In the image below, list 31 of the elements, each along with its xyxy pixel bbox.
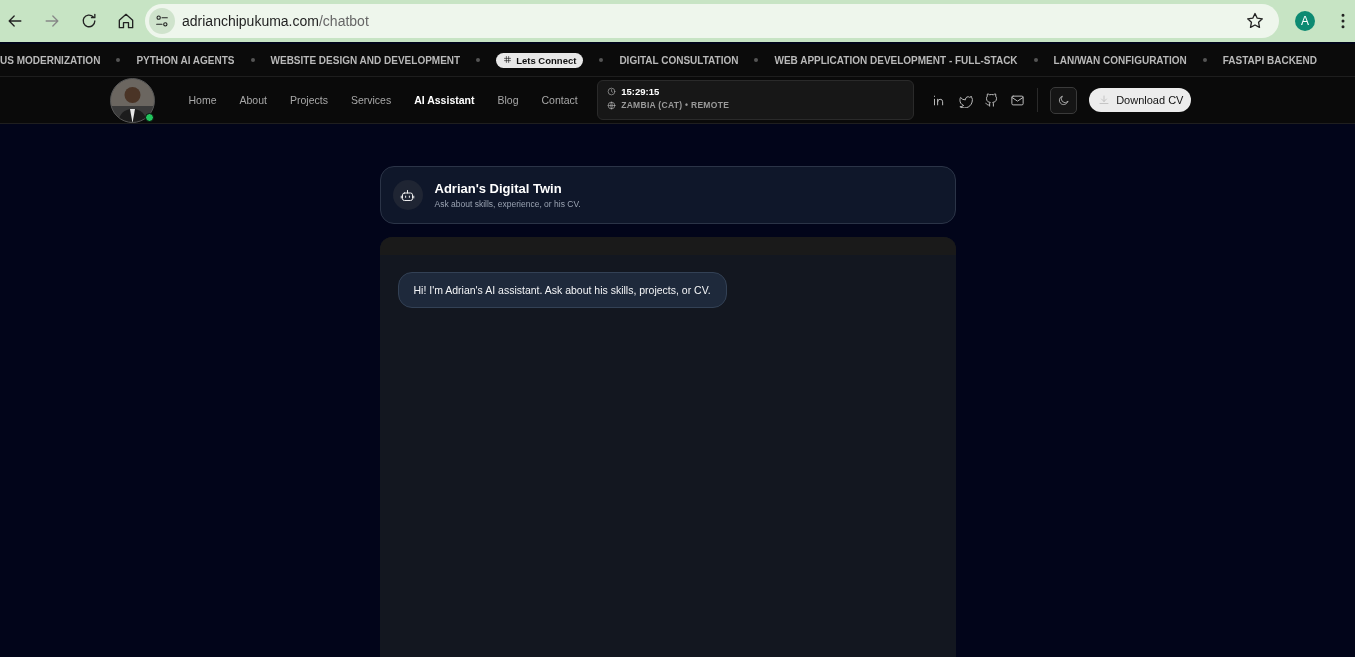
chat-subtitle: Ask about skills, experience, or his CV. xyxy=(434,199,581,209)
profile-avatar[interactable]: A xyxy=(1295,11,1315,31)
robot-icon xyxy=(392,180,423,210)
ticker-item: DIGITAL CONSULTATION xyxy=(619,54,739,66)
globe-icon xyxy=(607,100,617,110)
moon-icon xyxy=(1057,93,1071,107)
download-cv-button[interactable]: Download CV xyxy=(1089,88,1192,112)
nav-link[interactable]: Blog xyxy=(485,90,530,110)
nav-link[interactable]: Services xyxy=(339,90,403,110)
nav-link[interactable]: Projects xyxy=(278,90,340,110)
ticker-item: WEBSITE DESIGN AND DEVELOPMENT xyxy=(270,54,461,66)
ticker-item: PYTHON AI AGENTS xyxy=(136,54,235,66)
connect-badge[interactable]: Lets Connect xyxy=(496,52,584,68)
site-settings-icon[interactable] xyxy=(149,8,175,34)
ticker-item: FASTAPI BACKEND xyxy=(1222,54,1317,66)
nav-link[interactable]: About xyxy=(228,90,279,110)
nav-link[interactable]: Home xyxy=(177,90,228,110)
ticker-item: LAN/WAN CONFIGURATION xyxy=(1053,54,1187,66)
ticker-item: WEB APPLICATION DEVELOPMENT - FULL-STACK xyxy=(774,54,1018,66)
mail-icon[interactable] xyxy=(1010,92,1026,108)
chat-title: Adrian's Digital Twin xyxy=(434,181,563,196)
github-icon[interactable] xyxy=(984,92,1000,108)
theme-toggle-button[interactable] xyxy=(1050,86,1078,114)
download-icon xyxy=(1098,94,1111,106)
nav-link[interactable]: Contact xyxy=(530,90,590,110)
clock-time: 15:29:15 xyxy=(621,86,660,97)
clock-icon xyxy=(607,87,617,96)
location-text: ZAMBIA (CAT) • REMOTE xyxy=(621,100,730,110)
nav-link[interactable]: AI Assistant xyxy=(402,90,486,110)
chat-message-bubble: Hi! I'm Adrian's AI assistant. Ask about his skills, projects, or CV. xyxy=(397,272,727,308)
ticker-item: US MODERNIZATION xyxy=(0,54,101,66)
